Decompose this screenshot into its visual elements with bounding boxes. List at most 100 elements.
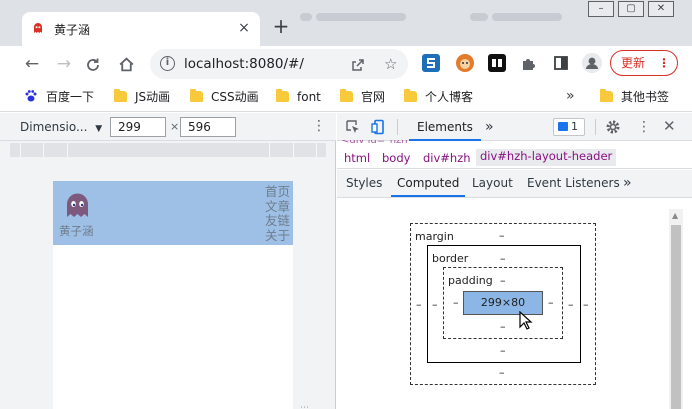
page-nav: 首页 文章 友链 关于 [265, 185, 293, 243]
margin-left-value[interactable]: – [416, 298, 422, 311]
scrollbar-thumb[interactable] [671, 225, 681, 409]
extension-monkey-icon[interactable] [456, 54, 474, 72]
border-left-value[interactable]: – [432, 298, 438, 311]
profile-avatar-icon[interactable] [582, 53, 602, 73]
breadcrumb-item[interactable]: html [344, 151, 370, 165]
mouse-cursor-icon [519, 311, 533, 330]
bookmark-item[interactable]: JS动画 [114, 88, 170, 106]
nav-link-about[interactable]: 关于 [265, 228, 293, 244]
new-tab-button[interactable]: + [270, 16, 292, 38]
baidu-paw-icon [25, 90, 37, 102]
breadcrumb: html body div#hzh div#hzh-layout-header [337, 147, 692, 169]
padding-right-value[interactable]: – [548, 296, 554, 309]
bookmark-item[interactable]: CSS动画 [190, 88, 259, 106]
home-icon[interactable] [118, 56, 135, 73]
more-subtabs-button[interactable]: » [623, 170, 632, 197]
message-icon [558, 122, 568, 131]
height-input[interactable]: 596 [180, 117, 236, 137]
folder-icon [600, 89, 613, 102]
padding-top-value[interactable]: – [500, 274, 506, 287]
breadcrumb-item-selected[interactable]: div#hzh-layout-header [476, 149, 617, 166]
tab-close-icon[interactable]: × [236, 20, 252, 36]
share-icon[interactable] [350, 57, 366, 73]
margin-top-value[interactable]: – [499, 229, 505, 242]
margin-bottom-value[interactable]: – [499, 366, 505, 379]
nav-link-articles[interactable]: 文章 [265, 199, 293, 215]
devtools-menu-icon[interactable]: ⋮ [637, 120, 651, 134]
tab-elements[interactable]: Elements [409, 113, 481, 141]
window-close-button[interactable]: ✕ [648, 1, 674, 17]
bookmark-item[interactable]: 官网 [340, 88, 385, 106]
bookmark-item[interactable]: 百度一下 [24, 88, 94, 106]
messages-badge[interactable]: 1 [553, 118, 585, 136]
update-label: 更新 [621, 56, 646, 70]
maximize-button[interactable]: ▢ [618, 1, 644, 17]
padding-left-value[interactable]: – [453, 296, 459, 309]
device-toggle-icon[interactable] [371, 119, 387, 135]
border-top-value[interactable]: – [500, 252, 506, 265]
breadcrumb-item[interactable]: div#hzh [423, 151, 471, 165]
inspect-element-icon[interactable] [345, 119, 361, 135]
tab-styles[interactable]: Styles [346, 170, 382, 197]
extensions-puzzle-icon[interactable] [520, 54, 538, 72]
border-bottom-value[interactable]: – [500, 344, 506, 357]
dropdown-arrow-icon: ▼ [95, 124, 103, 134]
times-sign: × [170, 120, 180, 133]
elements-subtabs: Styles Computed Layout Event Listeners » [337, 170, 692, 198]
padding-label: padding [448, 274, 493, 287]
back-arrow-icon[interactable]: ← [20, 52, 44, 76]
breadcrumb-item[interactable]: body [382, 151, 410, 165]
devtools-panel: Elements » 1 ⋮ ✕ <div id="hzh" html body… [337, 113, 692, 409]
device-options-icon[interactable]: ⋮ [312, 119, 326, 133]
bookmark-item[interactable]: font [276, 88, 321, 106]
media-query-ruler[interactable] [10, 143, 326, 157]
tab-strip: 黄子涵 × + – ▢ ✕ [0, 0, 692, 46]
more-tabs-button[interactable]: » [485, 113, 494, 141]
scroll-up-icon[interactable]: ▲ [672, 211, 678, 220]
messages-count: 1 [571, 120, 578, 133]
browser-tab[interactable]: 黄子涵 × [22, 12, 260, 46]
reload-icon[interactable] [85, 57, 101, 73]
nav-link-friends[interactable]: 友链 [265, 213, 293, 229]
bookmark-star-icon[interactable]: ☆ [384, 55, 397, 73]
bookmarks-bar: 百度一下 JS动画 CSS动画 font 官网 个人博客 » 其他书签 [0, 82, 692, 112]
nav-link-home[interactable]: 首页 [265, 185, 293, 200]
tab-event-listeners[interactable]: Event Listeners [527, 170, 620, 197]
site-info-icon[interactable]: i [160, 56, 175, 71]
folder-icon [340, 89, 353, 102]
extension-s-icon[interactable] [422, 54, 440, 72]
dimensions-dropdown[interactable]: Dimensio... ▼ [20, 120, 102, 134]
other-bookmarks[interactable]: 其他书签 [600, 88, 669, 106]
box-model-padding[interactable]: padding – – – – 299×80 [443, 267, 563, 339]
bookmark-item[interactable]: 个人博客 [404, 88, 473, 106]
border-right-value[interactable]: – [568, 298, 574, 311]
margin-right-value[interactable]: – [583, 298, 589, 311]
extension-dark-icon[interactable] [488, 54, 506, 72]
devtools-close-icon[interactable]: ✕ [663, 119, 676, 134]
box-model-margin[interactable]: margin – – – – border – – – – padding – … [410, 223, 596, 385]
update-button[interactable]: 更新 ⋮ [610, 50, 678, 76]
padding-bottom-value[interactable]: – [500, 320, 506, 333]
width-input[interactable]: 299 [110, 117, 166, 137]
devtools-main-toolbar: Elements » 1 ⋮ ✕ [337, 113, 692, 141]
resize-handle-icon[interactable]: ⋯ [300, 403, 309, 409]
minimize-button[interactable]: – [588, 1, 614, 17]
margin-label: margin [415, 230, 454, 243]
bookmark-label: 个人博客 [425, 90, 474, 104]
browser-toolbar: ← → i localhost:8080/#/ ☆ 更新 ⋮ [0, 46, 692, 82]
forward-arrow-icon[interactable]: → [52, 52, 76, 76]
tab-layout[interactable]: Layout [472, 170, 513, 197]
toolbar-separator [595, 119, 596, 135]
box-model-border[interactable]: border – – – – padding – – – – 299×80 [427, 245, 581, 363]
tab-computed[interactable]: Computed [391, 170, 466, 197]
url-text: localhost:8080/#/ [184, 56, 304, 72]
settings-gear-icon[interactable] [605, 119, 621, 135]
ghost-logo-icon [67, 193, 88, 217]
side-panel-icon[interactable] [552, 54, 570, 72]
devtools-scrollbar[interactable]: ▲ [669, 209, 683, 409]
address-bar[interactable]: i localhost:8080/#/ ☆ [150, 49, 408, 79]
folder-icon [190, 89, 203, 102]
emulated-viewport: 黄子涵 首页 文章 友链 关于 [53, 181, 293, 409]
menu-dots-icon: ⋮ [658, 56, 670, 70]
bookmarks-overflow-button[interactable]: » [566, 88, 575, 104]
